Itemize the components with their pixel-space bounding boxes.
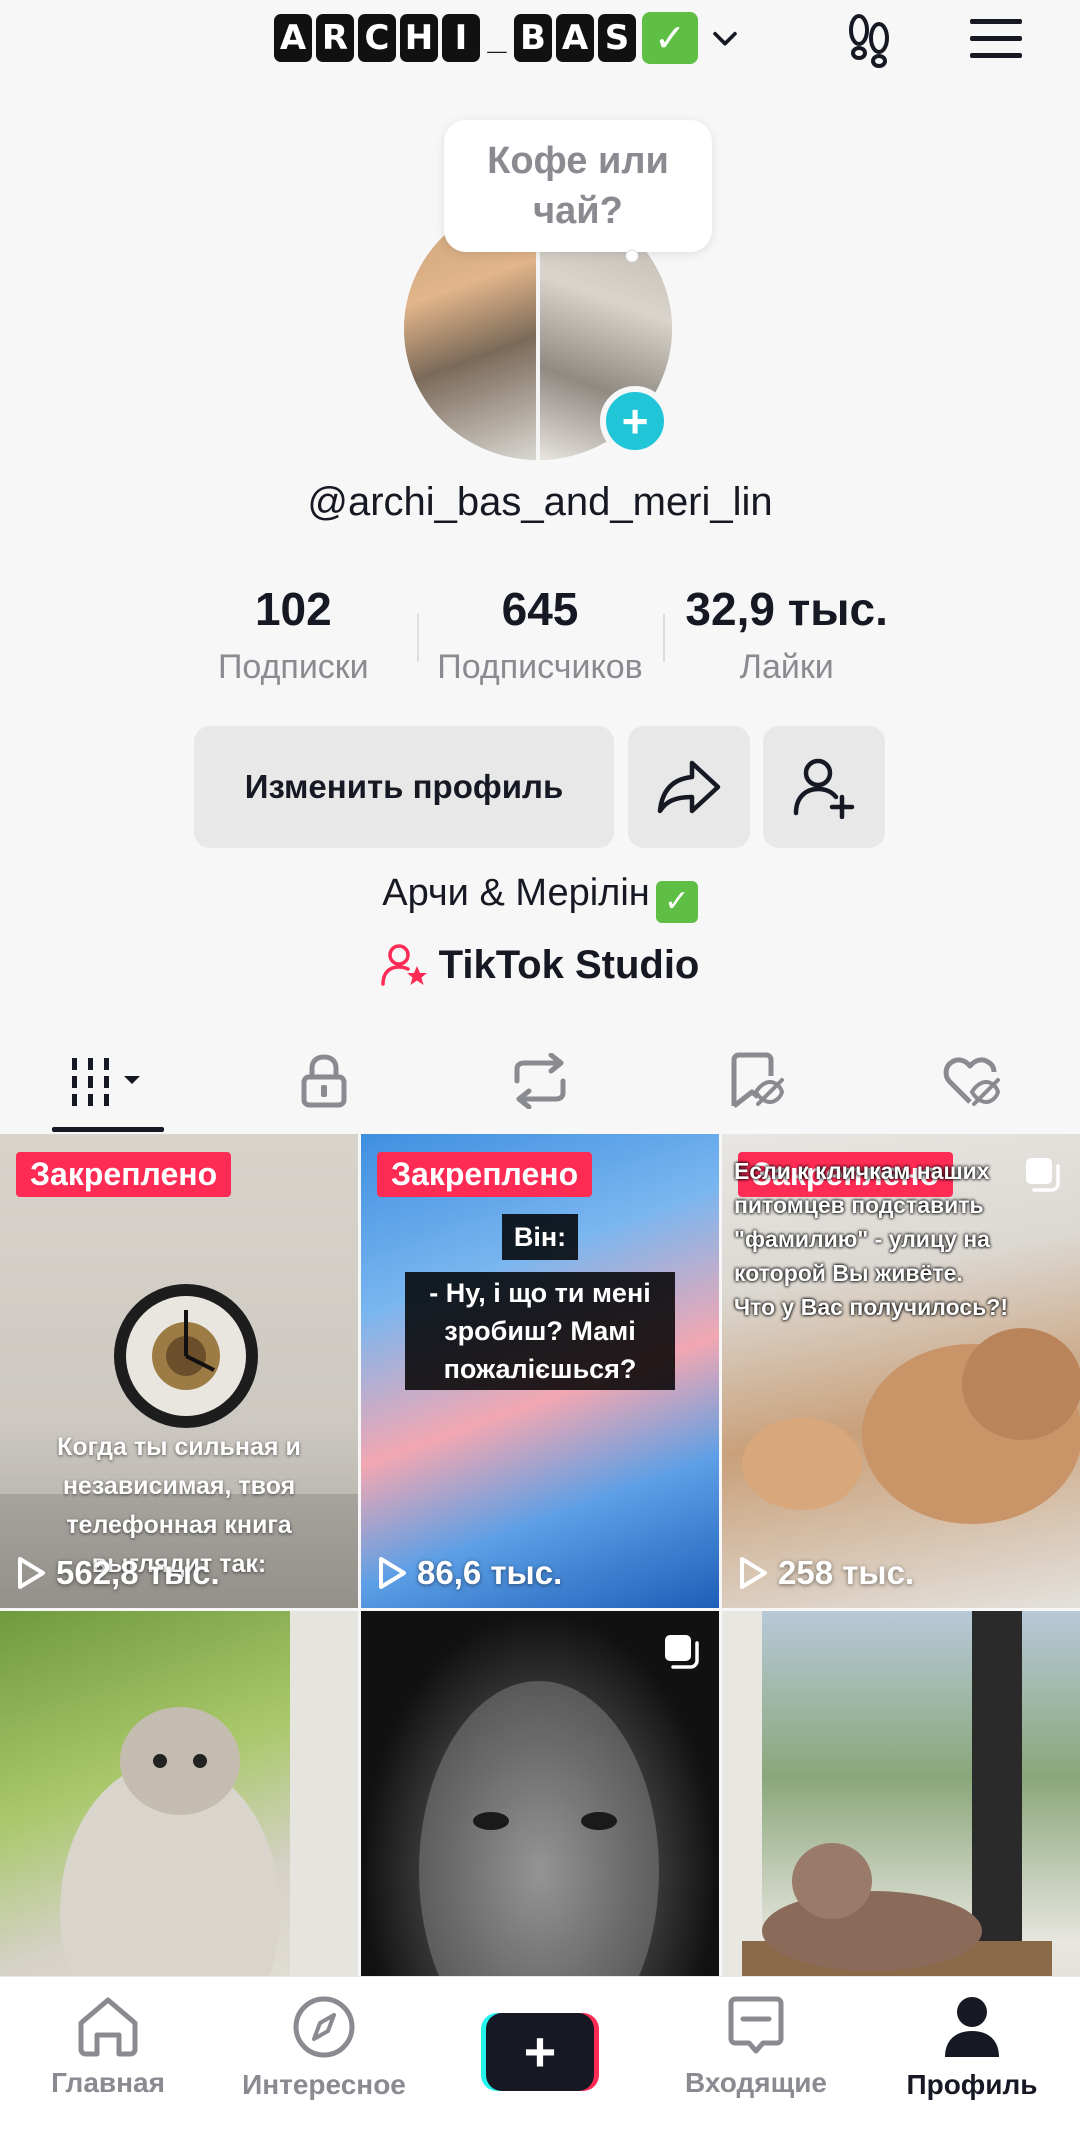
pinned-badge: Закреплено [16,1152,232,1197]
stat-followers[interactable]: 645 Подписчиков [416,578,664,698]
nav-label: Главная [51,2067,165,2098]
username-underscore: _ [487,19,507,57]
check-mark-icon: ✓ [655,881,698,923]
nav-label: Интересное [242,2069,406,2100]
tab-private[interactable] [216,1030,432,1132]
nav-create[interactable]: + [432,1977,648,2131]
profile-tabs [0,1030,1080,1132]
video-tile[interactable]: Закреплено Если к кличкам наших питомцев… [722,1134,1080,1608]
footprints-icon[interactable] [838,10,900,70]
nav-label: Профиль [906,2069,1038,2100]
stat-value: 645 [501,583,579,635]
pinned-badge: Закреплено [377,1152,593,1197]
tab-videos[interactable] [0,1030,216,1132]
stat-label: Подписчиков [437,648,643,686]
inbox-icon [728,1996,784,2054]
username-letter: S [598,14,636,62]
compass-icon [293,1996,355,2058]
username-letter: C [358,14,396,62]
username-letter: H [400,14,438,62]
play-icon [740,1557,767,1589]
add-user-icon [793,758,855,819]
view-count: 562,8 тыс. [16,1554,220,1592]
username-letter: I [442,14,480,62]
bubble-tail-icon [625,249,639,263]
repost-icon [514,1053,566,1109]
nav-profile[interactable]: Профиль [864,1977,1080,2131]
view-count: 86,6 тыс. [377,1554,562,1592]
view-count-label: 258 тыс. [778,1554,915,1591]
menu-icon[interactable] [968,16,1024,62]
caption-top-text: Він: [501,1214,579,1260]
note-bubble[interactable]: Кофе или чай? [444,120,712,252]
account-switcher[interactable]: A R C H I _ B A S ✓ [274,8,742,68]
photo-carousel-icon [665,1635,699,1669]
share-arrow-icon [657,760,721,814]
nav-label: Входящие [685,2067,827,2098]
profile-bio: Арчи & Мерілін ✓ [0,872,1080,923]
profile-handle: @archi_bas_and_meri_lin [307,480,773,524]
profile-icon [945,1997,999,2057]
video-grid: Закреплено Когда ты сильная и независима… [0,1134,1080,2085]
bio-text: Арчи & Мерілін [382,872,650,914]
stat-label: Подписки [217,648,369,686]
add-avatar-plus-icon[interactable]: + [600,386,670,456]
nav-inbox[interactable]: Входящие [648,1977,864,2131]
nav-discover[interactable]: Интересное [216,1977,432,2131]
username-letter: A [274,14,312,62]
stat-likes[interactable]: 32,9 тыс. Лайки [663,578,910,698]
tiktok-studio-link[interactable]: TikTok Studio [0,942,1080,988]
top-bar: A R C H I _ B A S ✓ [0,0,1080,80]
find-friends-button[interactable] [763,726,885,848]
tab-reposts[interactable] [432,1030,648,1132]
view-count-label: 562,8 тыс. [56,1554,220,1591]
tab-favorites[interactable] [648,1030,864,1132]
tab-liked[interactable] [864,1030,1080,1132]
view-count: 258 тыс. [738,1554,914,1592]
stat-following[interactable]: 102 Подписки [170,578,417,698]
video-caption-top: Він: [361,1196,719,1260]
play-icon [18,1557,45,1589]
username-letter: R [316,14,354,62]
lock-icon [301,1054,347,1108]
creator-star-icon [380,944,427,986]
stat-value: 32,9 тыс. [685,583,888,635]
video-caption-main: - Ну, і що ти мені зробиш? Мамі пожалієш… [405,1272,675,1390]
plus-icon: + [486,2013,594,2091]
verified-check-icon: ✓ [642,12,698,64]
bookmark-hidden-icon [731,1052,784,1108]
home-icon [78,1997,138,2057]
video-caption: Если к кличкам наших питомцев подставить… [734,1158,1008,1320]
video-tile[interactable]: Закреплено Він: - Ну, і що ти мені зроби… [361,1134,719,1608]
share-profile-button[interactable] [628,726,750,848]
stat-label: Лайки [739,648,834,686]
username-letter: B [514,14,552,62]
view-count-label: 86,6 тыс. [417,1554,563,1591]
create-button[interactable]: + [481,2013,599,2091]
bottom-navigation: Главная Интересное + Входящие Профиль [0,1976,1080,2131]
liked-hidden-icon [943,1057,1001,1106]
profile-stats: 102 Подписки 645 Подписчиков 32,9 тыс. Л… [170,578,910,698]
nav-home[interactable]: Главная [0,1977,216,2131]
username-letter: A [556,14,594,62]
edit-profile-button[interactable]: Изменить профиль [194,726,614,848]
stat-value: 102 [254,583,332,635]
play-icon [379,1557,406,1589]
videos-grid-icon [72,1058,140,1106]
studio-label: TikTok Studio [438,942,700,987]
chevron-down-icon[interactable] [708,21,742,55]
video-tile[interactable]: Закреплено Когда ты сильная и независима… [0,1134,358,1608]
